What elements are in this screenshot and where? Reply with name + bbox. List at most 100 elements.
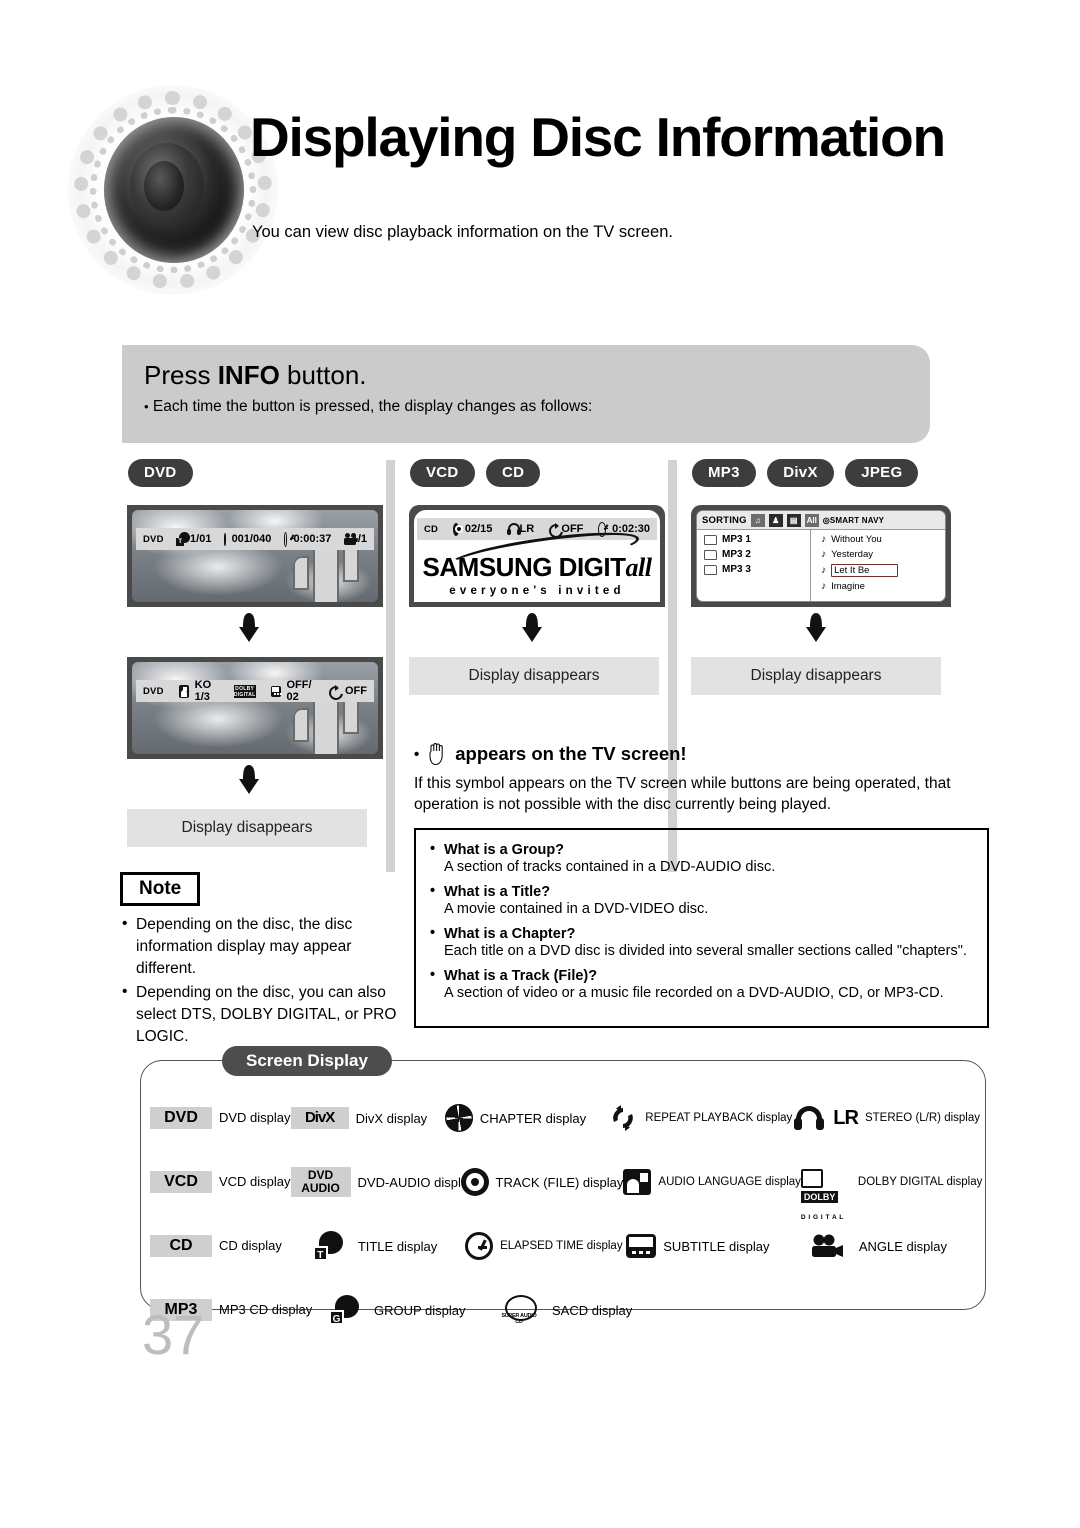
definition-question: What is a Title?	[430, 883, 973, 900]
legend-vcd: VCD VCD display	[150, 1170, 291, 1194]
legend-repeat: REPEAT PLAYBACK display	[608, 1104, 794, 1132]
title-icon: T	[312, 1231, 343, 1261]
down-arrow-3	[521, 613, 543, 643]
legend-label: TRACK (FILE) display	[495, 1174, 624, 1190]
column-1-badges: DVD	[128, 459, 200, 487]
dvd-chip-icon: DVD	[150, 1106, 212, 1130]
list-item[interactable]: MP3 3	[704, 564, 810, 575]
stereo-lr-label: LR	[833, 1106, 859, 1129]
music-note-icon: ♪	[821, 581, 827, 592]
legend-chapter: CHAPTER display	[444, 1104, 608, 1132]
screen-display-tab: Screen Display	[222, 1046, 392, 1076]
osd-stereo-value: LR	[519, 523, 535, 535]
page-title: Displaying Disc Information	[250, 106, 946, 168]
badge-vcd: VCD	[410, 459, 475, 487]
display-disappears-3: Display disappears	[691, 657, 941, 695]
track-icon	[460, 1168, 489, 1196]
music-note-icon: ♪	[821, 565, 827, 576]
track-label: Without You	[831, 534, 882, 545]
legend-label: SACD display	[552, 1302, 633, 1318]
badge-divx: DivX	[767, 459, 834, 487]
legend-label: ELAPSED TIME display	[500, 1240, 623, 1252]
down-arrow-4	[805, 613, 827, 643]
legend-label: DVD display	[219, 1110, 291, 1126]
legend-label: SUBTITLE display	[663, 1238, 770, 1254]
press-info-banner: Press INFO button. • Each time the butto…	[122, 345, 930, 443]
legend-row: CD CD display T TITLE display ELAPSED TI…	[150, 1214, 980, 1278]
samsung-logo: SAMSUNG DIGITall everyone's invited	[414, 524, 660, 597]
list-item[interactable]: ♪ Yesterday	[821, 549, 945, 560]
legend-label: GROUP display	[374, 1302, 466, 1318]
osd-chapter-value: 001/040	[231, 533, 272, 545]
legend-label: AUDIO LANGUAGE display	[658, 1176, 801, 1188]
group-icon: G	[329, 1295, 359, 1325]
elapsed-time-icon	[465, 1232, 494, 1260]
legend-dvd-audio: DVD AUDIO DVD-AUDIO display	[290, 1167, 475, 1197]
note-tag: Note	[120, 872, 201, 906]
definition-item: What is a Title? A movie contained in a …	[430, 883, 973, 917]
definition-item: What is a Chapter? Each title on a DVD d…	[430, 925, 973, 959]
samsung-text-c: all	[625, 553, 652, 582]
dolby-digital-icon: DOLBY D I G I T A L	[800, 1169, 851, 1221]
definition-question: What is a Track (File)?	[430, 967, 973, 984]
audio-language-icon	[623, 1169, 652, 1195]
badge-mp3: MP3	[692, 459, 756, 487]
dvd-osd-bar-1: DVD 01/01 001/040 0:00:37 1/1	[136, 528, 374, 550]
hand-symbol-section: • appears on the TV screen! If this symb…	[414, 742, 989, 816]
legend-label: VCD display	[219, 1174, 291, 1190]
track-label: Let It Be	[831, 564, 899, 577]
list-item[interactable]: MP3 2	[704, 549, 810, 560]
legend-angle: ANGLE display	[810, 1233, 980, 1259]
osd-track-value: 02/15	[464, 523, 493, 535]
disc-decoration-icon	[68, 85, 278, 295]
sacd-icon: SUPER AUDIO CD	[499, 1295, 539, 1325]
osd-repeat-value: OFF	[344, 685, 367, 697]
sorting-label: SORTING	[702, 514, 747, 526]
folder-label: MP3 3	[722, 564, 751, 575]
list-item[interactable]: ♪ Without You	[821, 534, 945, 545]
definition-answer: Each title on a DVD disc is divided into…	[444, 943, 967, 959]
definition-answer: A movie contained in a DVD-VIDEO disc.	[444, 901, 709, 917]
list-item[interactable]: MP3 1	[704, 534, 810, 545]
note-item: Depending on the disc, you can also sele…	[120, 981, 410, 1048]
track-icon	[452, 522, 464, 536]
cd-screen: CD 02/15 LR OFF 0:02:30 SAMSUNG DIGITall	[409, 505, 665, 607]
column-3-badges: MP3 DivX JPEG	[692, 459, 925, 487]
folder-label: MP3 2	[722, 549, 751, 560]
badge-cd: CD	[486, 459, 541, 487]
list-item[interactable]: ♪ Imagine	[821, 581, 945, 592]
page-header: Displaying Disc Information You can view…	[0, 75, 1080, 305]
legend-dvd: DVD DVD display	[150, 1106, 291, 1130]
legend-row: DVD DVD display DivX DivX display CHAPTE…	[150, 1086, 980, 1150]
legend-label: MP3 CD display	[219, 1302, 313, 1318]
music-note-icon: ♪	[821, 534, 827, 545]
column-2-badges: VCD CD	[410, 459, 547, 487]
list-item-selected[interactable]: ♪ Let It Be	[821, 564, 945, 577]
legend-label: DVD-AUDIO display	[357, 1174, 475, 1190]
legend-cd: CD CD display	[150, 1234, 289, 1258]
legend-label: REPEAT PLAYBACK display	[645, 1112, 793, 1124]
osd-disc-type: CD	[424, 523, 439, 535]
down-arrow-2	[238, 765, 260, 795]
repeat-icon	[549, 522, 559, 536]
definition-answer: A section of tracks contained in a DVD-A…	[444, 859, 776, 875]
mp3-track-list: ♪ Without You ♪ Yesterday ♪ Let It Be ♪ Imag…	[811, 530, 945, 601]
column-separator-1	[386, 460, 395, 872]
mp3-browser-screen: SORTING ♫ ♟ ▤ All ◎SMART NAVY MP3 1 MP3 …	[691, 505, 951, 607]
definition-item: What is a Track (File)? A section of vid…	[430, 967, 973, 1001]
all-sort-icon: All	[804, 513, 819, 527]
folder-icon	[704, 534, 717, 545]
audio-language-icon	[179, 684, 189, 698]
video-sort-icon: ▤	[786, 513, 801, 527]
hand-body-text: If this symbol appears on the TV screen …	[414, 775, 951, 814]
legend-label: CHAPTER display	[479, 1110, 587, 1126]
legend-stereo: LR STEREO (L/R) display	[794, 1106, 980, 1130]
legend-audio-language: AUDIO LANGUAGE display	[623, 1169, 801, 1195]
legend-row: MP3 MP3 CD display G GROUP display SUPER…	[150, 1278, 980, 1342]
osd-audio-value: KO 1/3	[194, 679, 212, 703]
legend-group: G GROUP display	[305, 1295, 499, 1325]
legend-track: TRACK (FILE) display	[460, 1168, 624, 1196]
legend-elapsed-time: ELAPSED TIME display	[465, 1232, 626, 1260]
legend-label: TITLE display	[357, 1238, 438, 1254]
legend-title: T TITLE display	[289, 1231, 465, 1261]
